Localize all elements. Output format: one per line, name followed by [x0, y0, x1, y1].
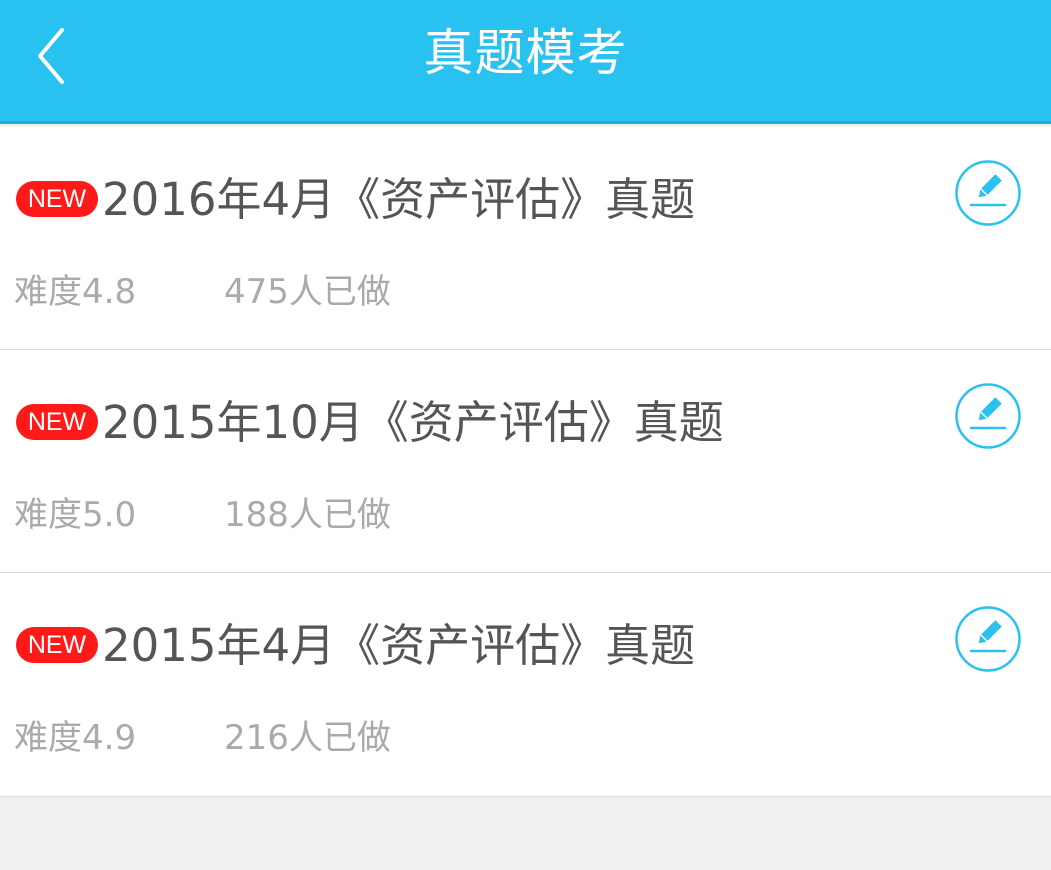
start-exam-button[interactable] — [954, 382, 1022, 450]
exam-difficulty: 难度4.8 — [14, 272, 137, 312]
edit-pencil-icon — [955, 606, 1021, 672]
exam-title: 2015年10月《资产评估》真题 — [102, 396, 724, 449]
page-title: 真题模考 — [423, 24, 628, 82]
exam-title: 2015年4月《资产评估》真题 — [102, 619, 696, 672]
exam-difficulty: 难度5.0 — [14, 495, 137, 535]
exam-list-item[interactable]: NEW 2016年4月《资产评估》真题 难度4.8 475人已做 — [0, 127, 1051, 350]
exam-list: NEW 2016年4月《资产评估》真题 难度4.8 475人已做 NEW 201… — [0, 127, 1051, 797]
exam-done-count: 188人已做 — [224, 495, 391, 535]
app-header: 真题模考 — [0, 0, 1051, 124]
edit-pencil-icon — [955, 383, 1021, 449]
exam-done-count: 475人已做 — [224, 272, 391, 312]
exam-list-item[interactable]: NEW 2015年4月《资产评估》真题 难度4.9 216人已做 — [0, 573, 1051, 797]
edit-pencil-icon — [955, 160, 1021, 226]
start-exam-button[interactable] — [954, 159, 1022, 227]
exam-list-item[interactable]: NEW 2015年10月《资产评估》真题 难度5.0 188人已做 — [0, 350, 1051, 573]
new-badge: NEW — [16, 404, 98, 440]
exam-difficulty: 难度4.9 — [14, 718, 137, 758]
exam-title: 2016年4月《资产评估》真题 — [102, 173, 696, 226]
new-badge: NEW — [16, 181, 98, 217]
new-badge: NEW — [16, 627, 98, 663]
exam-done-count: 216人已做 — [224, 718, 391, 758]
start-exam-button[interactable] — [954, 605, 1022, 673]
